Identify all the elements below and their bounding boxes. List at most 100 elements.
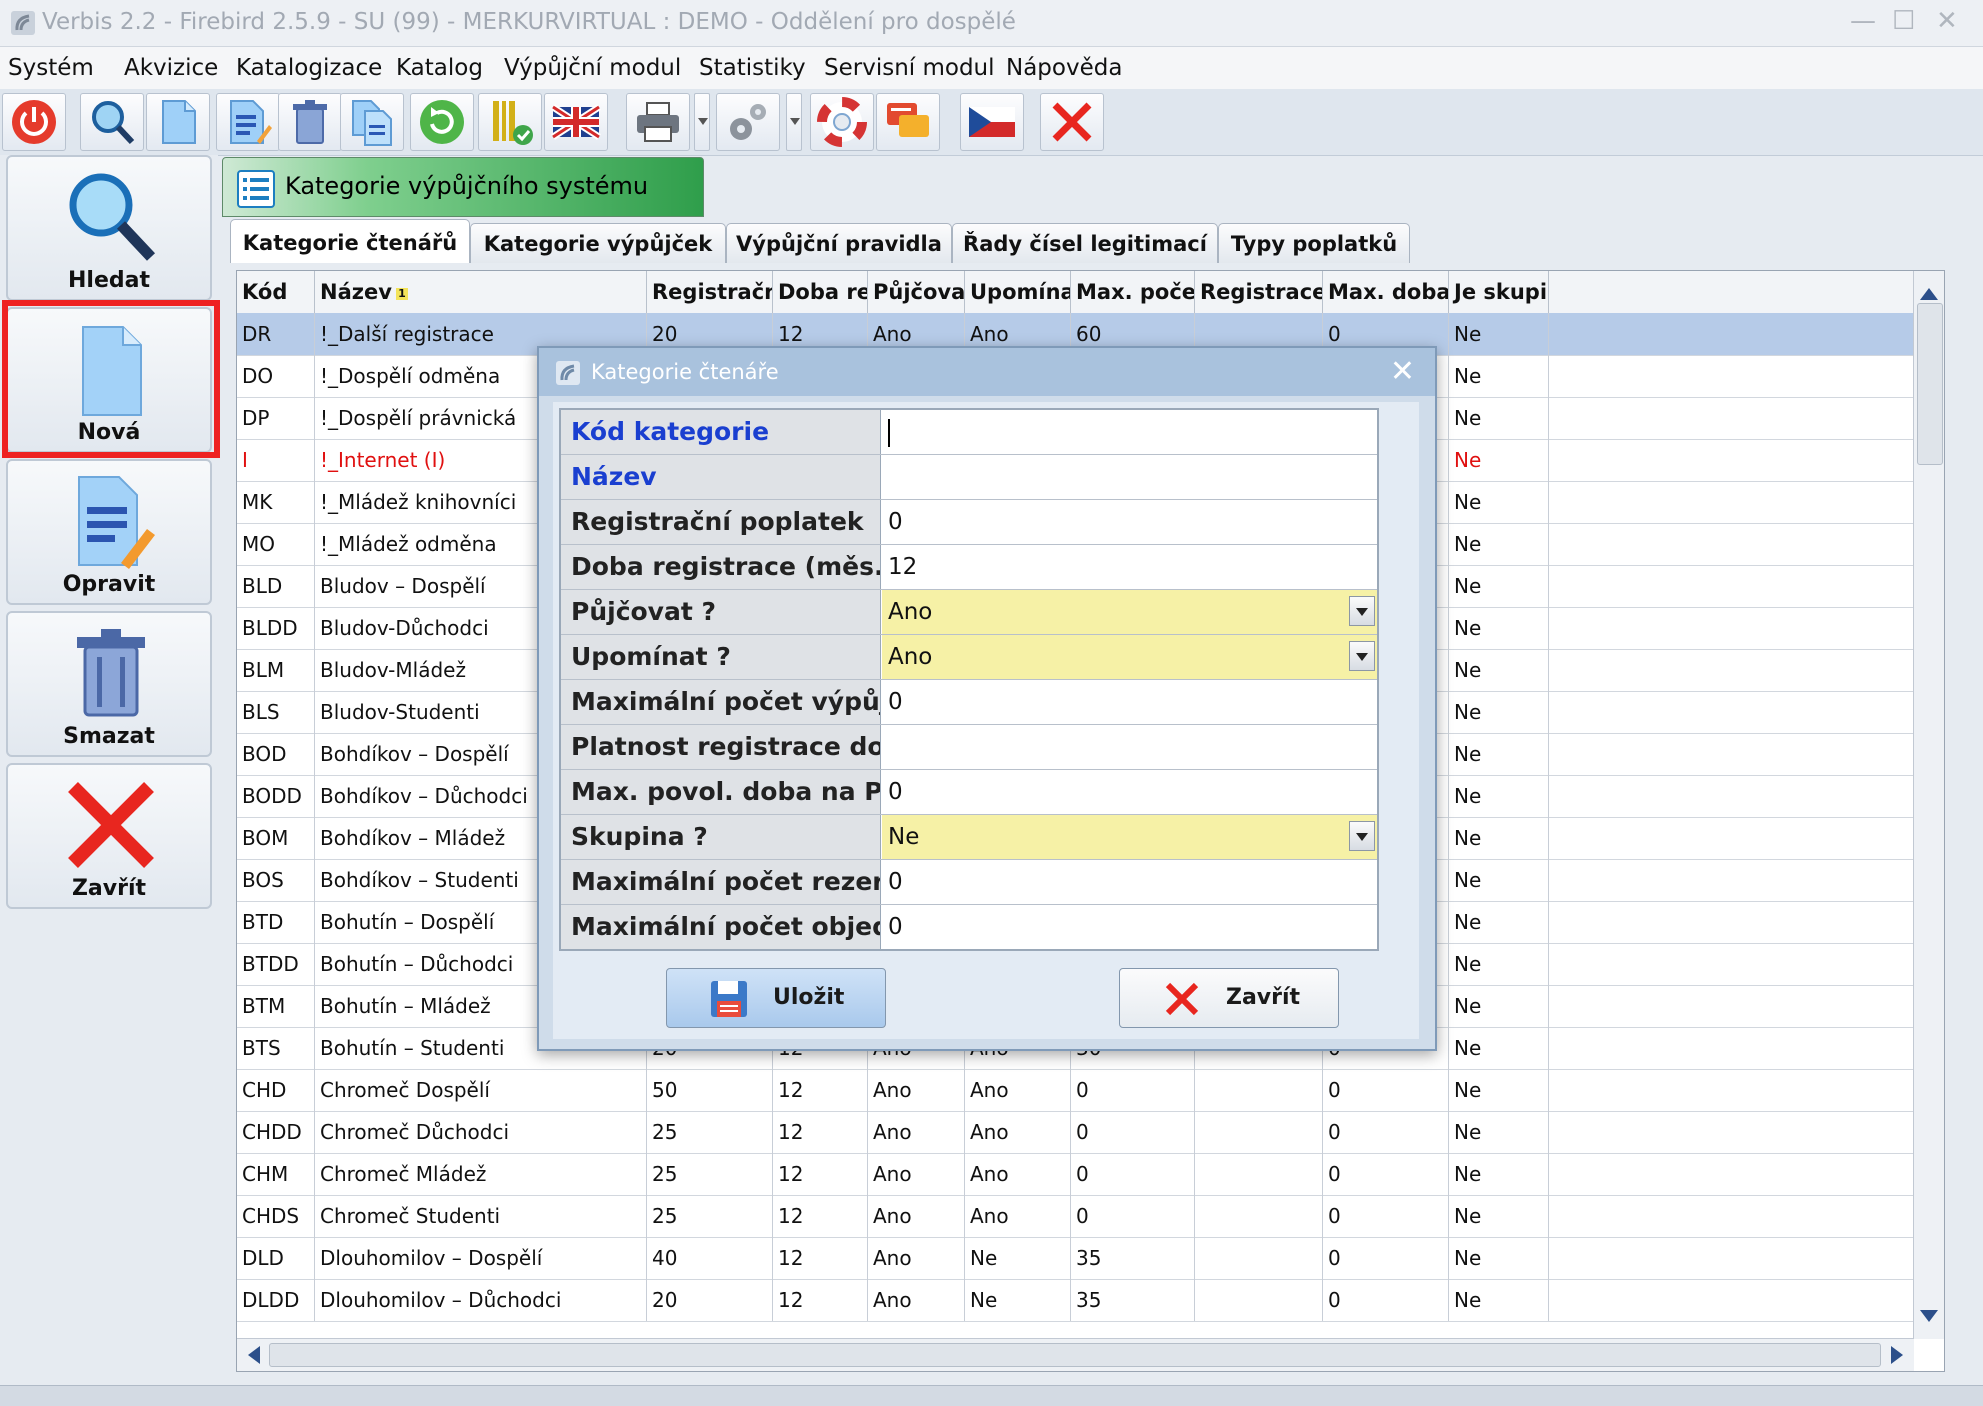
column-header-label: Registrace do [1200, 280, 1323, 304]
tab-kategorie-ctenaru[interactable]: Kategorie čtenářů [230, 219, 470, 263]
menu-akvizice[interactable]: Akvizice [124, 55, 218, 81]
table-row[interactable]: CHD Chromeč Dospělí 50 12 Ano Ano 0 0 Ne [237, 1069, 1914, 1112]
settings-dropdown-button[interactable] [786, 93, 802, 151]
tab-vypujcni-pravidla[interactable]: Výpůjční pravidla [726, 223, 952, 263]
field-input[interactable] [882, 410, 1377, 454]
toolbar-language-cz-button[interactable] [960, 93, 1024, 151]
window-close-button[interactable]: ✕ [1936, 6, 1958, 36]
sidebar-new-label: Nová [77, 420, 141, 445]
menu-servisni-modul[interactable]: Servisní modul [824, 55, 995, 81]
table-row[interactable]: CHDS Chromeč Studenti 25 12 Ano Ano 0 0 Ne [237, 1195, 1914, 1238]
toolbar-messages-button[interactable] [876, 93, 940, 151]
save-button[interactable]: Uložit [666, 968, 886, 1028]
dialog-close-button[interactable]: Zavřít [1119, 968, 1339, 1028]
table-row[interactable]: CHM Chromeč Mládež 25 12 Ano Ano 0 0 Ne [237, 1153, 1914, 1196]
toolbar-language-en-button[interactable] [544, 93, 608, 151]
dropdown-arrow-icon[interactable] [1349, 821, 1375, 851]
tab-typy-poplatku[interactable]: Typy poplatků [1218, 223, 1410, 263]
toolbar-barcode-button[interactable] [478, 93, 542, 151]
cell-kod: DR [237, 313, 315, 355]
toolbar-help-button[interactable] [810, 93, 874, 151]
table-row[interactable]: DLDD Dlouhomilov – Důchodci 20 12 Ano Ne 35 0 Ne [237, 1279, 1914, 1322]
category-form: Kód kategorie Název Registrační poplatek 0 D… [559, 408, 1379, 951]
horizontal-scroll-thumb[interactable] [269, 1343, 1881, 1367]
horizontal-scrollbar[interactable] [237, 1338, 1914, 1371]
tab-kategorie-vypujcek[interactable]: Kategorie výpůjček [470, 223, 726, 263]
toolbar-search-button[interactable] [80, 93, 144, 151]
column-header-pujcovat[interactable]: Půjčovat? [868, 271, 965, 313]
field-select[interactable]: Ne [882, 815, 1377, 859]
field-input[interactable]: 0 [882, 770, 1377, 814]
field-select[interactable]: Ano [882, 590, 1377, 634]
cell-je-skupina: Ne [1449, 859, 1549, 901]
maximize-button[interactable]: ☐ [1892, 6, 1915, 36]
column-header-upominat[interactable]: Upomínat? [965, 271, 1071, 313]
field-input[interactable]: 0 [882, 680, 1377, 724]
dialog-body: Kód kategorie Název Registrační poplatek 0 D… [553, 402, 1419, 1039]
edit-document-icon [230, 100, 272, 144]
cell-registrace-do [1195, 1237, 1323, 1279]
field-input[interactable]: 0 [882, 500, 1377, 544]
cell-je-skupina: Ne [1449, 1153, 1549, 1195]
toolbar-close-button[interactable] [1040, 93, 1104, 151]
sidebar-edit-button[interactable]: Opravit [6, 459, 212, 605]
sidebar-new-button[interactable]: Nová [6, 307, 212, 453]
cell-kod: BOM [237, 817, 315, 859]
vertical-scroll-thumb[interactable] [1917, 303, 1943, 465]
toolbar-refresh-button[interactable] [410, 93, 474, 151]
field-input[interactable]: 0 [882, 905, 1377, 949]
cell-kod: DLD [237, 1237, 315, 1279]
column-header-nazev[interactable]: Název 1 [315, 271, 647, 313]
cell-upominat: Ano [965, 1069, 1071, 1111]
table-row[interactable]: CHDD Chromeč Důchodci 25 12 Ano Ano 0 0 Ne [237, 1111, 1914, 1154]
tab-rady-cisel-legitimaci[interactable]: Řady čísel legitimací [952, 223, 1218, 263]
toolbar-copy-button[interactable] [340, 93, 404, 151]
dropdown-arrow-icon[interactable] [1349, 596, 1375, 626]
menu-vypujcni-modul[interactable]: Výpůjční modul [504, 55, 681, 81]
column-header-max-pocet[interactable]: Max. počet vý [1071, 271, 1195, 313]
scroll-right-arrow-icon[interactable] [1891, 1346, 1912, 1364]
menu-statistiky[interactable]: Statistiky [699, 55, 806, 81]
menu-system[interactable]: Systém [8, 55, 94, 81]
column-header-doba-registrace[interactable]: Doba regi [773, 271, 868, 313]
copy-documents-icon [352, 100, 392, 146]
vertical-scrollbar[interactable] [1913, 271, 1944, 1339]
menu-napoveda[interactable]: Nápověda [1006, 55, 1122, 81]
field-input[interactable] [882, 455, 1377, 499]
toolbar-print-button[interactable] [626, 93, 690, 151]
toolbar-delete-button[interactable] [278, 93, 342, 151]
scroll-up-arrow-icon[interactable] [1920, 279, 1938, 300]
column-header-registrace-do[interactable]: Registrace do [1195, 271, 1323, 313]
menu-katalogizace[interactable]: Katalogizace [236, 55, 382, 81]
toolbar-edit-button[interactable] [216, 93, 280, 151]
cell-max-pocet: 0 [1071, 1195, 1195, 1237]
column-header-label: Doba regi [778, 280, 867, 304]
column-header-registracni-poplatek[interactable]: Registrační p [647, 271, 773, 313]
column-header-kod[interactable]: Kód [237, 271, 315, 313]
sidebar-close-button[interactable]: Zavřít [6, 763, 212, 909]
dropdown-arrow-icon[interactable] [1349, 641, 1375, 671]
minimize-button[interactable]: — [1850, 6, 1876, 36]
field-input[interactable]: 12 [882, 545, 1377, 589]
menu-katalog[interactable]: Katalog [396, 55, 483, 81]
barcode-check-icon [493, 101, 533, 145]
sidebar-search-button[interactable]: Hledat [6, 155, 212, 301]
field-select[interactable]: Ano [882, 635, 1377, 679]
table-row[interactable]: DLD Dlouhomilov – Dospělí 40 12 Ano Ne 35 0 Ne [237, 1237, 1914, 1280]
cell-kod: BODD [237, 775, 315, 817]
print-dropdown-button[interactable] [694, 93, 710, 151]
cell-doba-registrace: 12 [773, 1237, 868, 1279]
power-button[interactable] [2, 93, 66, 151]
column-header-je-skupina[interactable]: Je skupina [1449, 271, 1549, 313]
scroll-down-arrow-icon[interactable] [1920, 1310, 1938, 1331]
column-header-label: Kód [242, 280, 288, 304]
scroll-left-arrow-icon[interactable] [239, 1346, 260, 1364]
column-header-max-doba[interactable]: Max. doba na [1323, 271, 1449, 313]
field-input[interactable]: 0 [882, 860, 1377, 904]
cell-upominat: Ne [965, 1279, 1071, 1321]
field-input[interactable] [882, 725, 1377, 769]
sidebar-delete-button[interactable]: Smazat [6, 611, 212, 757]
toolbar-settings-button[interactable] [716, 93, 780, 151]
toolbar-new-button[interactable] [146, 93, 210, 151]
dialog-close-icon[interactable]: ✕ [1390, 354, 1415, 389]
